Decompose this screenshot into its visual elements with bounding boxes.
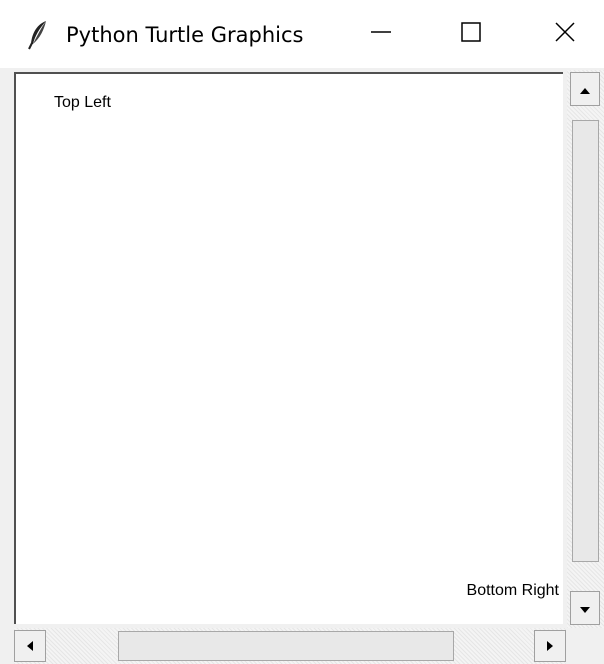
arrow-right-icon xyxy=(546,637,554,656)
minimize-icon xyxy=(370,21,392,47)
minimize-button[interactable] xyxy=(349,0,413,68)
title-bar[interactable]: Python Turtle Graphics xyxy=(0,0,604,68)
scrollbar-corner xyxy=(567,628,604,664)
window-title: Python Turtle Graphics xyxy=(66,23,304,47)
arrow-left-icon xyxy=(26,637,34,656)
turtle-window: Python Turtle Graphics Top Left Bottom R… xyxy=(0,0,604,664)
scroll-down-button[interactable] xyxy=(570,591,600,625)
turtle-canvas[interactable]: Top Left Bottom Right xyxy=(14,72,563,624)
vertical-scrollbar[interactable] xyxy=(567,70,604,628)
arrow-down-icon xyxy=(579,599,591,618)
arrow-up-icon xyxy=(579,80,591,99)
bottom-right-label: Bottom Right xyxy=(466,582,559,599)
close-button[interactable] xyxy=(533,0,597,68)
feather-icon xyxy=(28,20,50,50)
maximize-button[interactable] xyxy=(439,0,503,68)
vertical-scroll-thumb[interactable] xyxy=(572,120,599,562)
horizontal-scroll-thumb[interactable] xyxy=(118,631,454,661)
scroll-up-button[interactable] xyxy=(570,72,600,106)
maximize-icon xyxy=(460,21,482,47)
close-icon xyxy=(554,21,576,47)
top-left-label: Top Left xyxy=(54,94,111,111)
scroll-left-button[interactable] xyxy=(14,630,46,662)
horizontal-scrollbar[interactable] xyxy=(14,628,566,664)
scroll-right-button[interactable] xyxy=(534,630,566,662)
